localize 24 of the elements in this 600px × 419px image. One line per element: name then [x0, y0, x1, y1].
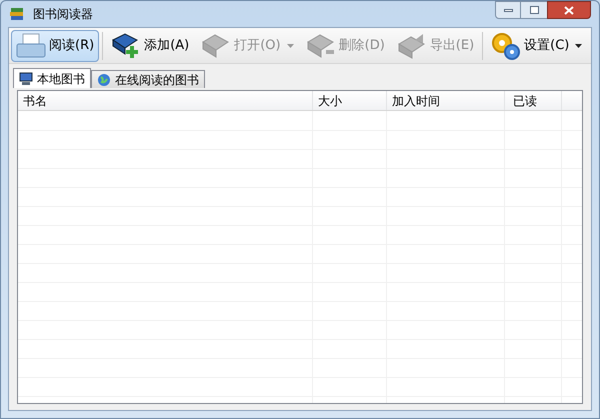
- toolbar-button[interactable]: 设置(C): [486, 30, 588, 62]
- maximize-button[interactable]: [521, 1, 547, 19]
- minimize-button[interactable]: [495, 1, 521, 19]
- globe-icon: [97, 72, 111, 86]
- computer-icon: [19, 72, 33, 86]
- book-icon: [306, 32, 336, 60]
- caret-icon: [286, 44, 294, 48]
- caret-icon: [575, 44, 582, 48]
- toolbar-button[interactable]: 添加(A): [106, 30, 194, 62]
- gears-icon: [491, 32, 522, 60]
- toolbar-button[interactable]: 阅读(R): [11, 30, 100, 62]
- close-icon: [564, 6, 574, 14]
- tab[interactable]: 在线阅读的图书: [91, 70, 205, 88]
- column-header[interactable]: 书名: [18, 91, 313, 110]
- close-button[interactable]: [547, 1, 591, 19]
- printer-icon: [16, 32, 46, 60]
- column-header[interactable]: 已读: [505, 91, 562, 110]
- tab[interactable]: 本地图书: [13, 68, 91, 88]
- book-icon: [201, 32, 232, 60]
- column-header[interactable]: 大小: [313, 91, 387, 110]
- books-icon: [9, 6, 25, 22]
- book-arrow-icon: [396, 32, 427, 60]
- column-header[interactable]: 加入时间: [387, 91, 505, 110]
- window-title: 图书阅读器: [33, 6, 93, 23]
